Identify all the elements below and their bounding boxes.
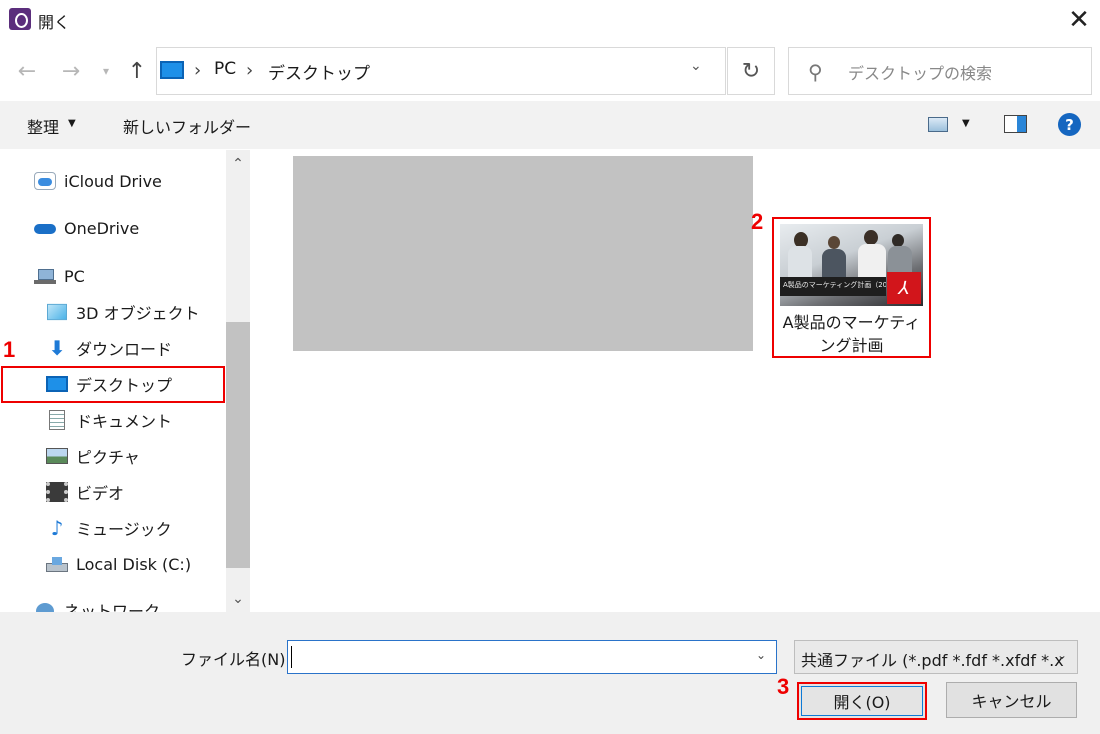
back-arrow-icon[interactable]: ← xyxy=(12,56,42,86)
caret-down-icon[interactable]: ▼ xyxy=(962,118,970,129)
nav-item-label: OneDrive xyxy=(64,218,140,238)
onedrive-icon xyxy=(34,219,56,237)
chevron-right-icon[interactable]: › xyxy=(194,60,201,81)
open-button[interactable]: 開く(O) xyxy=(797,682,927,720)
nav-item-3d-objects[interactable]: 3D オブジェクト xyxy=(46,294,200,330)
nav-item-label: ダウンロード xyxy=(76,340,173,359)
nav-item-pictures[interactable]: ピクチャ xyxy=(46,438,140,474)
document-icon xyxy=(49,410,65,430)
filename-label: ファイル名(N): xyxy=(181,650,291,669)
nav-item-icloud-drive[interactable]: iCloud Drive xyxy=(34,163,162,199)
title-bar xyxy=(0,0,1100,40)
breadcrumb-desktop[interactable]: デスクトップ xyxy=(268,59,370,84)
nav-item-network[interactable]: ネットワーク xyxy=(34,592,160,612)
nav-item-videos[interactable]: ビデオ xyxy=(46,474,124,510)
recent-locations-chevron-icon[interactable]: ▾ xyxy=(97,56,115,86)
nav-item-onedrive[interactable]: OneDrive xyxy=(34,210,139,246)
cancel-button[interactable]: キャンセル xyxy=(946,682,1077,718)
app-icon xyxy=(9,8,31,30)
thumbnail-title-banner: A製品のマーケティング計画（20XX年） xyxy=(780,277,886,296)
local-disk-icon xyxy=(46,555,68,573)
pictures-icon xyxy=(46,448,68,464)
nav-item-pc[interactable]: PC xyxy=(34,258,85,294)
nav-item-documents[interactable]: ドキュメント xyxy=(46,402,172,438)
pc-icon xyxy=(34,267,56,285)
nav-item-music[interactable]: ♪ ミュージック xyxy=(46,510,172,546)
pdf-icon: ⅄ xyxy=(887,272,921,304)
scrollbar-thumb[interactable] xyxy=(226,322,250,568)
preview-pane-icon[interactable] xyxy=(1004,115,1027,133)
refresh-icon[interactable]: ↻ xyxy=(727,47,775,95)
nav-item-label: ネットワーク xyxy=(64,602,161,612)
chevron-down-icon[interactable]: ⌄ xyxy=(1057,648,1067,662)
file-name-label: A製品のマーケティング計画 xyxy=(782,313,921,355)
step-number-3: 3 xyxy=(777,674,790,699)
scroll-down-icon[interactable]: ⌄ xyxy=(226,585,250,613)
nav-item-label: ピクチャ xyxy=(76,448,140,467)
forward-arrow-icon[interactable]: → xyxy=(56,56,86,86)
nav-item-label: ビデオ xyxy=(76,484,125,503)
chevron-right-icon[interactable]: › xyxy=(246,60,253,81)
video-icon xyxy=(46,482,68,502)
download-icon: ⬇ xyxy=(48,336,66,360)
step-number-2: 2 xyxy=(751,209,764,234)
organize-button[interactable]: 整理 xyxy=(27,114,59,138)
text-cursor xyxy=(291,646,292,668)
chevron-down-icon[interactable]: ⌄ xyxy=(690,58,702,74)
filename-input[interactable] xyxy=(287,640,777,674)
file-type-select[interactable]: 共通ファイル (*.pdf *.fdf *.xfdf *.x xyxy=(794,640,1078,674)
redacted-area xyxy=(293,156,753,351)
network-icon xyxy=(34,601,56,612)
nav-item-downloads[interactable]: ⬇ ダウンロード xyxy=(46,330,172,366)
up-arrow-icon[interactable]: ↑ xyxy=(122,56,152,86)
music-icon: ♪ xyxy=(50,516,64,540)
nav-item-label: ミュージック xyxy=(76,520,172,539)
caret-down-icon[interactable]: ▼ xyxy=(68,118,76,129)
change-view-icon[interactable] xyxy=(928,117,948,132)
breadcrumb-pc[interactable]: PC xyxy=(214,59,236,79)
3d-objects-icon xyxy=(47,303,67,321)
nav-item-label: PC xyxy=(64,266,85,286)
nav-item-label: Local Disk (C:) xyxy=(76,554,192,574)
close-icon[interactable]: ✕ xyxy=(1060,2,1098,38)
monitor-icon xyxy=(160,61,184,79)
chevron-down-icon[interactable]: ⌄ xyxy=(756,648,766,662)
nav-item-label: 3D オブジェクト xyxy=(76,304,200,323)
search-placeholder: デスクトップの検索 xyxy=(848,64,993,83)
help-icon[interactable]: ? xyxy=(1058,113,1081,136)
search-icon: ⚲ xyxy=(808,60,823,84)
nav-item-label: ドキュメント xyxy=(76,412,173,431)
new-folder-button[interactable]: 新しいフォルダー xyxy=(123,114,251,138)
scroll-up-icon[interactable]: ⌃ xyxy=(226,150,250,178)
nav-item-local-disk[interactable]: Local Disk (C:) xyxy=(46,546,191,582)
icloud-icon xyxy=(34,172,56,190)
nav-item-label: iCloud Drive xyxy=(64,171,162,191)
step-number-1: 1 xyxy=(3,337,16,362)
open-button-label: 開く(O) xyxy=(801,686,923,716)
address-bar[interactable] xyxy=(156,47,726,95)
desktop-highlight-box xyxy=(1,366,225,403)
window-title: 開く xyxy=(38,13,71,32)
